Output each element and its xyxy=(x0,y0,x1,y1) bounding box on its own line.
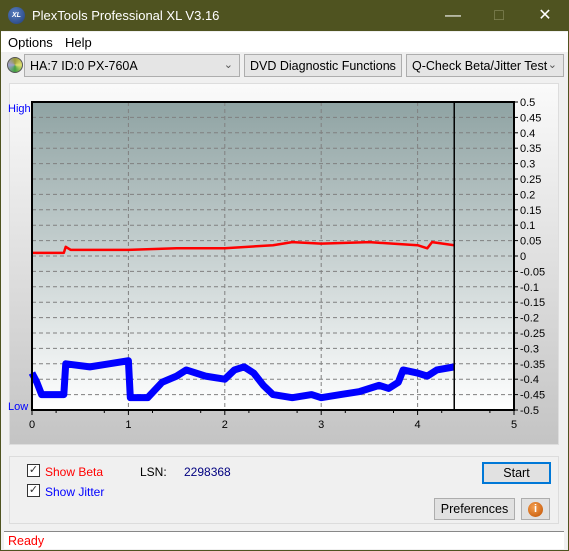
x-tick-label: 3 xyxy=(318,419,324,431)
high-label: High xyxy=(8,103,31,115)
lsn-value: 2298368 xyxy=(184,465,231,479)
y-tick-label: 0 xyxy=(520,251,526,263)
x-tick-label: 4 xyxy=(415,419,421,431)
y-tick-label: 0.1 xyxy=(520,220,535,232)
y-tick-label: -0.15 xyxy=(520,297,545,309)
y-tick-label: -0.25 xyxy=(520,328,545,340)
y-tick-label: 0.2 xyxy=(520,189,535,201)
main-window: XL PlexTools Professional XL V3.16 — □ ✕… xyxy=(0,0,569,551)
y-tick-label: -0.3 xyxy=(520,343,539,355)
y-tick-label: 0.45 xyxy=(520,112,541,124)
y-tick-label: 0.4 xyxy=(520,128,535,140)
y-tick-label: 0.25 xyxy=(520,174,541,186)
info-icon: i xyxy=(528,502,543,517)
x-tick-label: 5 xyxy=(511,419,517,431)
y-tick-label: 0.5 xyxy=(520,97,535,109)
show-beta-label[interactable]: Show Beta xyxy=(45,465,103,479)
lsn-label: LSN: xyxy=(140,465,167,479)
y-tick-label: -0.5 xyxy=(520,405,539,417)
start-button[interactable]: Start xyxy=(482,462,551,484)
y-tick-label: -0.45 xyxy=(520,390,545,402)
info-button[interactable]: i xyxy=(521,498,550,520)
show-jitter-checkbox[interactable]: ✓ xyxy=(27,484,40,497)
y-tick-label: -0.4 xyxy=(520,374,539,386)
y-tick-label: 0.3 xyxy=(520,159,535,171)
show-beta-checkbox[interactable]: ✓ xyxy=(27,464,40,477)
x-tick-label: 2 xyxy=(222,419,228,431)
y-tick-label: -0.2 xyxy=(520,313,539,325)
x-tick-label: 1 xyxy=(125,419,131,431)
show-jitter-label[interactable]: Show Jitter xyxy=(45,485,104,499)
y-tick-label: 0.35 xyxy=(520,143,541,155)
y-tick-label: 0.15 xyxy=(520,205,541,217)
y-tick-label: -0.05 xyxy=(520,266,545,278)
low-label: Low xyxy=(8,401,28,413)
y-tick-label: -0.1 xyxy=(520,282,539,294)
status-bar: Ready xyxy=(4,531,564,549)
y-tick-label: -0.35 xyxy=(520,359,545,371)
preferences-button[interactable]: Preferences xyxy=(434,498,515,520)
x-tick-label: 0 xyxy=(29,419,35,431)
y-tick-label: 0.05 xyxy=(520,236,541,248)
